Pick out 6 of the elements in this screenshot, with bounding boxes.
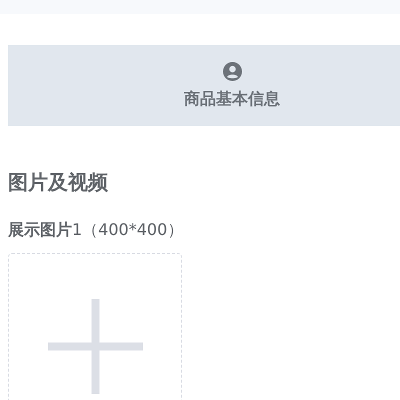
step-tab[interactable]: 商品基本信息: [8, 45, 400, 126]
image-upload-area[interactable]: [8, 253, 182, 400]
section-title: 图片及视频: [8, 170, 109, 194]
plus-icon: [48, 299, 142, 394]
upload-label: 展示图片1（400*400）: [8, 220, 184, 240]
user-icon: [222, 62, 242, 80]
